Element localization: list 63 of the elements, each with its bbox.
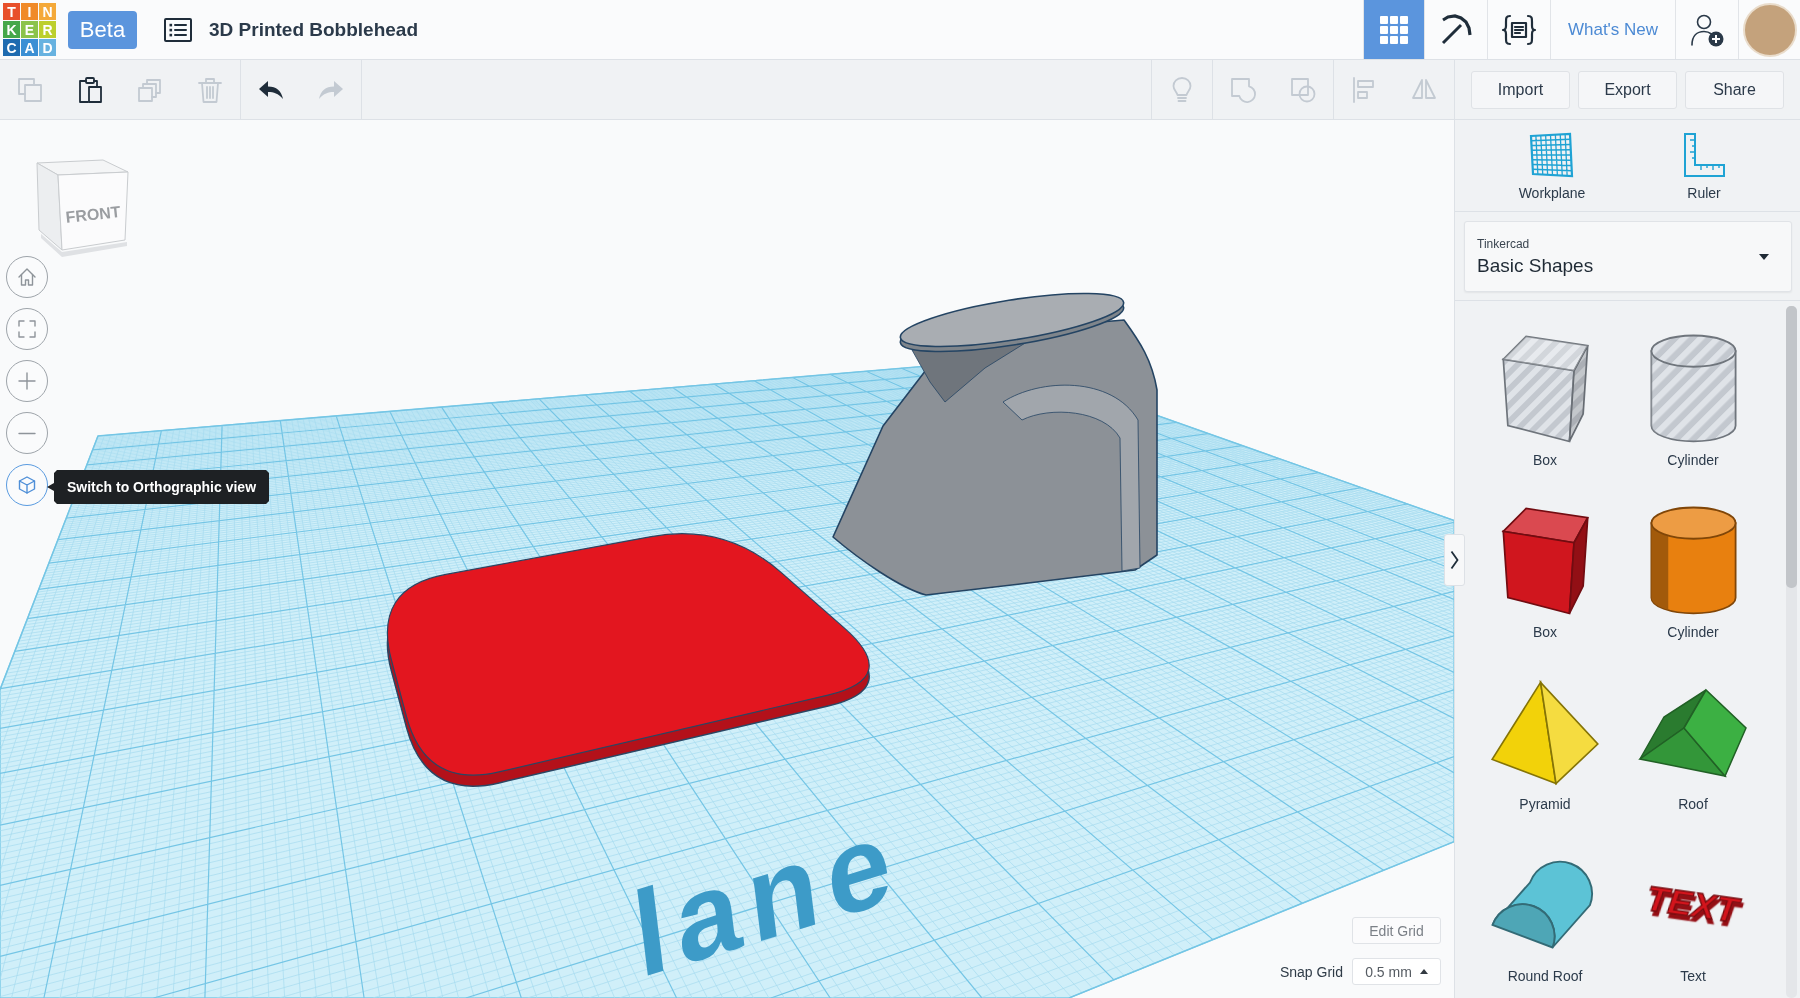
snap-grid-label: Snap Grid: [1279, 963, 1343, 980]
corner-brackets-icon: [17, 319, 37, 339]
merged-shape-icon: [1229, 75, 1257, 104]
scrollbar-track[interactable]: [1786, 306, 1797, 998]
library-dropdown[interactable]: Tinkercad Basic Shapes: [1464, 221, 1792, 292]
whats-new-link[interactable]: What's New: [1567, 19, 1659, 40]
orthographic-view-button[interactable]: [6, 464, 48, 506]
logo-letter: T: [3, 3, 20, 20]
shape-item[interactable]: Roof: [1638, 678, 1748, 814]
fit-view-button[interactable]: [6, 308, 48, 350]
logo-letter: K: [3, 21, 20, 38]
project-list-button[interactable]: [163, 16, 193, 43]
logo-letter: C: [3, 39, 20, 56]
braces-icon: [1501, 13, 1537, 46]
workplane-tool[interactable]: Workplane: [1518, 132, 1586, 201]
zoom-out-button[interactable]: [6, 412, 48, 454]
project-title: 3D Printed Bobblehead: [209, 18, 419, 41]
shape-item[interactable]: Pyramid: [1490, 678, 1600, 814]
add-user-button[interactable]: [1690, 12, 1724, 47]
logo-letter: E: [21, 21, 38, 38]
beta-badge: Beta: [68, 10, 137, 49]
grid-plane-icon: [1529, 132, 1575, 178]
square-circle-icon: [1289, 75, 1317, 104]
scrollbar-thumb[interactable]: [1786, 306, 1797, 588]
shape-item[interactable]: Box: [1490, 334, 1600, 470]
avatar[interactable]: [1742, 2, 1797, 57]
zoom-in-button[interactable]: [6, 360, 48, 402]
ruler-icon: [1681, 132, 1727, 178]
shape-item[interactable]: Box: [1490, 506, 1600, 642]
list-icon: [164, 17, 192, 42]
ruler-tool[interactable]: Ruler: [1681, 132, 1727, 201]
action-button[interactable]: Import: [1471, 70, 1570, 109]
logo-letter: I: [21, 3, 38, 20]
shape-item[interactable]: TEXT Text: [1638, 850, 1748, 986]
copy-icon: [16, 75, 44, 104]
caret-up-icon: [1419, 969, 1428, 974]
pickaxe-icon: [1440, 13, 1472, 46]
chevron-right-icon: [1450, 550, 1459, 570]
shape-item[interactable]: Cylinder: [1638, 334, 1748, 470]
edit-grid-button[interactable]: Edit Grid: [1352, 917, 1441, 944]
clipboard-icon: [76, 75, 104, 104]
logo-letter: N: [39, 3, 56, 20]
collapse-panel-button[interactable]: [1444, 534, 1465, 586]
shape-item[interactable]: Cylinder: [1638, 506, 1748, 642]
shape-item[interactable]: Round Roof: [1490, 850, 1600, 986]
logo-letter: R: [39, 21, 56, 38]
action-button[interactable]: Export: [1578, 70, 1677, 109]
user-add-icon: [1690, 12, 1724, 47]
home-button[interactable]: [6, 256, 48, 298]
action-button[interactable]: Share: [1685, 70, 1784, 109]
trash-icon: [196, 75, 224, 104]
minus-icon: [18, 431, 36, 435]
cube-icon: [17, 475, 37, 495]
snap-grid-select[interactable]: 0.5 mm: [1352, 958, 1441, 985]
logo-letter: D: [39, 39, 56, 56]
plus-icon: [18, 372, 36, 390]
home-icon: [17, 267, 37, 287]
text-shape-preview: TEXT: [1638, 877, 1748, 933]
logo-letter: A: [21, 39, 38, 56]
grid-icon: [1380, 15, 1408, 44]
caret-down-icon: [1759, 253, 1769, 260]
tooltip: Switch to Orthographic view: [47, 470, 270, 504]
workplane-label: lane: [626, 789, 908, 998]
